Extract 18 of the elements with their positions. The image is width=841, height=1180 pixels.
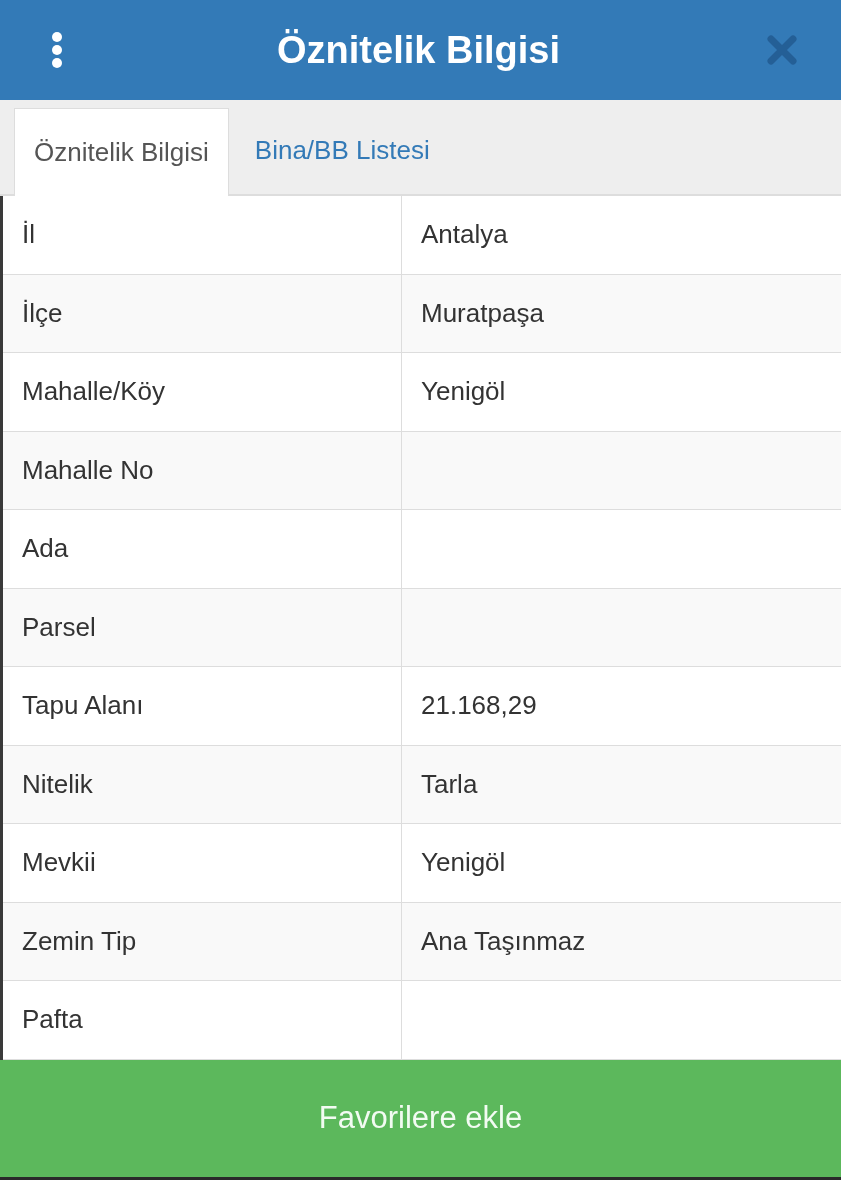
table-cell: Mevkii	[3, 824, 402, 903]
add-to-favorites-button[interactable]: Favorilere ekle	[0, 1059, 841, 1180]
table-cell: Mahalle/Köy	[3, 353, 402, 432]
table-cell: İlçe	[3, 274, 402, 353]
tab[interactable]: Bina/BB Listesi	[228, 106, 456, 194]
table-cell: Ada	[3, 510, 402, 589]
table-cell: Parsel	[3, 588, 402, 667]
table-cell: Nitelik	[3, 745, 402, 824]
table-cell: Zemin Tip	[3, 902, 402, 981]
table-cell: İl	[3, 196, 402, 275]
table-cell: Ana Taşınmaz	[402, 902, 841, 981]
tab[interactable]: Öznitelik Bilgisi	[14, 108, 229, 196]
table-cell: Mahalle No	[3, 431, 402, 510]
header-title: Öznitelik Bilgisi	[277, 31, 560, 69]
table-cell: Tapu Alanı	[3, 667, 402, 746]
table-cell: Pafta	[3, 981, 402, 1060]
table-cell: Muratpaşa	[402, 274, 841, 353]
table-cell: Tarla	[402, 745, 841, 824]
